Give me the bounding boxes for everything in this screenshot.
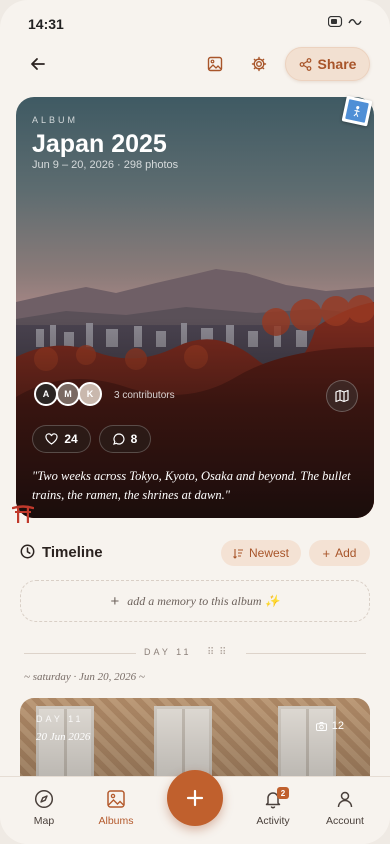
day-divider: DAY 11 ⠿ ⠿ — [24, 646, 366, 660]
album-cover-card[interactable]: ALBUM Japan 2025 Jun 9 – 20, 2026 · 298 … — [16, 97, 374, 518]
heart-icon — [45, 433, 58, 445]
add-entry-button[interactable]: + Add — [309, 540, 370, 566]
avatar: K — [78, 382, 102, 406]
add-memory-text: add a memory to this album ✨ — [127, 593, 280, 608]
battery-icon — [328, 16, 343, 27]
card-date-label: 20 Jun 2026 — [36, 731, 91, 743]
status-bar: 14:31 — [0, 0, 390, 46]
comment-count: 8 — [130, 432, 138, 446]
card-day-label: DAY 11 — [36, 714, 84, 724]
status-time: 14:31 — [28, 16, 64, 32]
comment-icon — [112, 433, 125, 445]
album-screen: 14:31 Share ALBUM Japan 2025 Jun 9 – 20,… — [0, 0, 390, 844]
camera-icon — [315, 721, 327, 731]
timeline-title: Timeline — [42, 544, 103, 561]
album-meta: Jun 9 – 20, 2026 · 298 photos — [32, 159, 179, 171]
nav-account[interactable]: Account — [315, 789, 375, 837]
figure-icon — [353, 105, 360, 117]
top-bar: Share — [0, 46, 390, 82]
status-icons — [328, 16, 362, 27]
nav-albums-label: Albums — [98, 815, 134, 827]
divider-line — [24, 653, 136, 654]
add-label: Add — [335, 546, 357, 560]
divider-line — [246, 653, 366, 654]
arrow-left-icon — [31, 58, 45, 70]
day-date: ~ saturday · Jun 20, 2026 ~ — [24, 671, 145, 683]
sort-newest-button[interactable]: Newest — [221, 540, 301, 566]
sort-label: Newest — [248, 546, 289, 560]
compass-icon — [34, 789, 54, 809]
photo-count: 12 — [315, 720, 344, 732]
share-icon — [299, 57, 311, 71]
album-map-button[interactable] — [326, 380, 358, 412]
nav-activity-label: Activity — [256, 815, 290, 827]
image-icon — [207, 56, 223, 72]
day-label: DAY 11 — [144, 647, 192, 657]
nav-map-label: Map — [33, 815, 55, 827]
timeline-header: Timeline Newest + Add — [20, 540, 370, 566]
like-button[interactable]: 24 — [32, 425, 91, 453]
album-title: Japan 2025 — [32, 130, 167, 158]
torii-gate-icon — [12, 505, 34, 523]
nav-account-label: Account — [326, 815, 364, 827]
user-icon — [337, 791, 353, 808]
contributor-avatars[interactable]: A M K — [34, 382, 102, 406]
change-cover-button[interactable] — [197, 46, 233, 82]
avatar: A — [34, 382, 58, 406]
avatar: M — [56, 382, 80, 406]
comment-button[interactable]: 8 — [99, 425, 151, 453]
photo-count-value: 12 — [331, 720, 344, 732]
album-tag: ALBUM — [32, 115, 79, 125]
map-icon — [335, 389, 349, 403]
add-memory-button[interactable]: + add a memory to this album ✨ — [20, 580, 370, 622]
signal-wave-icon — [348, 18, 362, 25]
image-icon — [107, 790, 125, 808]
stamp-sticker — [341, 95, 373, 127]
like-count: 24 — [64, 432, 78, 446]
plus-icon: + — [322, 545, 331, 561]
back-button[interactable] — [20, 46, 56, 82]
activity-badge: 2 — [277, 787, 289, 799]
nav-albums[interactable]: Albums — [86, 789, 146, 837]
sort-icon — [233, 548, 243, 559]
create-button[interactable] — [167, 770, 223, 826]
nav-map[interactable]: Map — [14, 789, 74, 837]
album-description: "Two weeks across Tokyo, Kyoto, Osaka an… — [32, 469, 351, 502]
share-label: Share — [317, 56, 357, 72]
settings-button[interactable] — [241, 46, 277, 82]
clock-icon — [20, 544, 35, 559]
plus-icon: + — [110, 592, 120, 610]
plus-icon — [186, 789, 204, 807]
contributors-label: 3 contributors — [114, 390, 175, 401]
nav-activity[interactable]: 2 Activity — [243, 787, 303, 837]
drag-handle-icon[interactable]: ⠿ ⠿ — [207, 647, 227, 658]
gear-icon — [251, 56, 267, 72]
share-button[interactable]: Share — [285, 47, 370, 81]
